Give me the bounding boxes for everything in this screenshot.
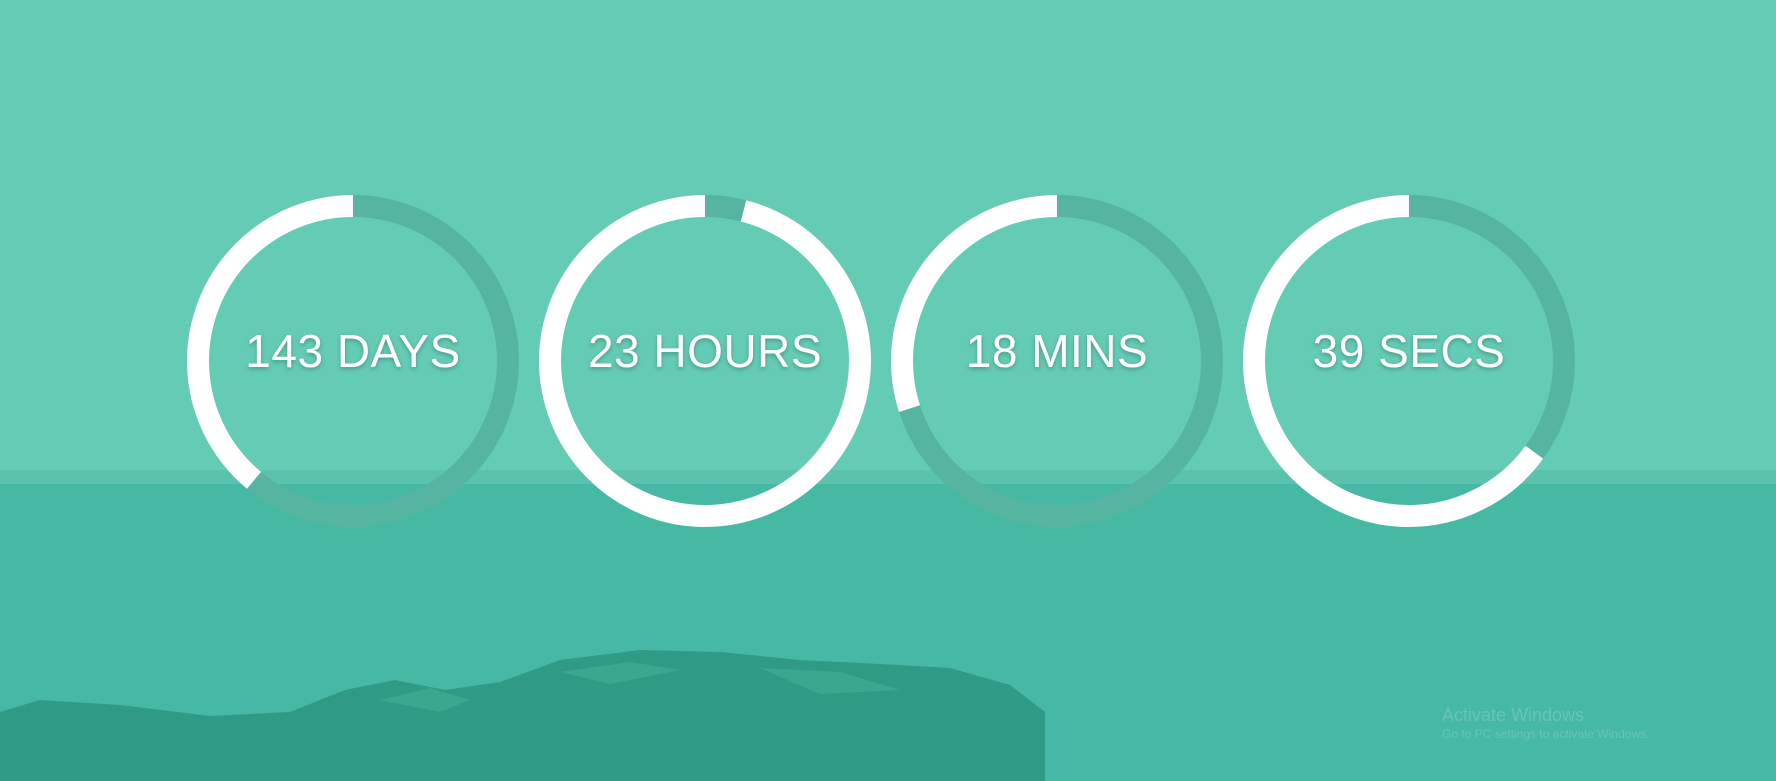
countdown-hours: 23 HOURS [535,191,875,531]
countdown: 143 DAYS 23 HOURS 18 MINS 39 SECS [0,0,1776,781]
days-label: 143 DAYS [245,325,461,377]
secs-label: 39 SECS [1312,325,1506,377]
watermark-subtitle: Go to PC settings to activate Windows. [1442,727,1650,741]
countdown-mins: 18 MINS [887,191,1227,531]
mins-label: 18 MINS [965,325,1149,377]
hours-label: 23 HOURS [587,325,823,377]
watermark-title: Activate Windows [1442,705,1585,725]
activate-windows-watermark: Activate Windows Go to PC settings to ac… [1442,704,1649,742]
countdown-secs: 39 SECS [1239,191,1579,531]
countdown-days: 143 DAYS [183,191,523,531]
